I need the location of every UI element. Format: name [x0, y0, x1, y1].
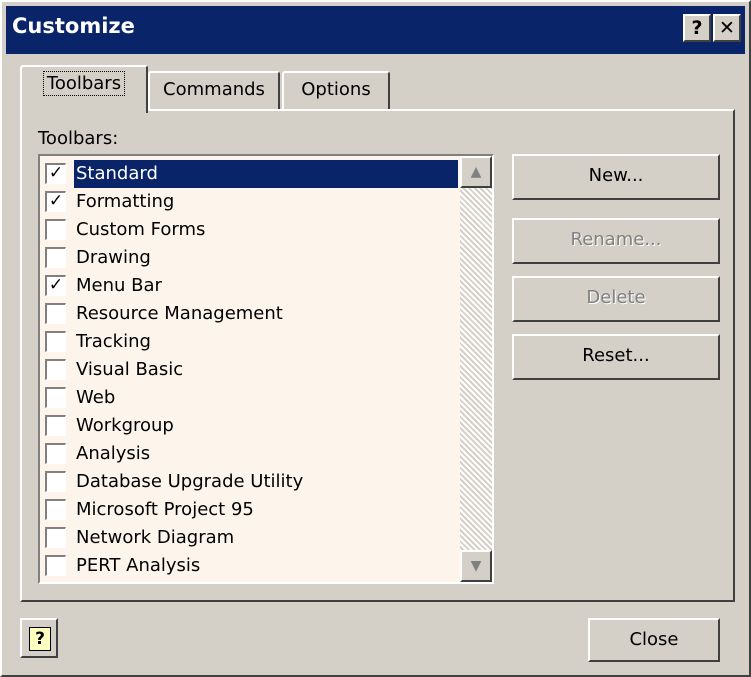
tab-commands[interactable]: Commands: [148, 71, 280, 109]
reset-button-label: Reset...: [582, 345, 650, 366]
list-item-label: Formatting: [76, 191, 175, 212]
list-item[interactable]: PERT Analysis: [44, 552, 458, 580]
checkbox[interactable]: [45, 247, 66, 268]
list-item[interactable]: ✓ Menu Bar: [44, 272, 458, 300]
title-bar[interactable]: Customize ? ✕: [6, 6, 745, 54]
tab-commands-label: Commands: [163, 79, 265, 100]
checkbox-checked[interactable]: ✓: [45, 163, 66, 184]
list-item-label: Resource Management: [76, 303, 283, 324]
triangle-down-icon: ▼: [470, 558, 482, 574]
list-item[interactable]: Drawing: [44, 244, 458, 272]
list-item-label: Database Upgrade Utility: [76, 471, 304, 492]
checkbox[interactable]: [45, 555, 66, 576]
checkbox[interactable]: [45, 499, 66, 520]
scroll-up-button[interactable]: ▲: [460, 156, 492, 188]
list-item[interactable]: Analysis: [44, 440, 458, 468]
checkbox[interactable]: [45, 331, 66, 352]
vertical-scrollbar[interactable]: ▲ ▼: [460, 156, 492, 582]
list-item[interactable]: ✓ Formatting: [44, 188, 458, 216]
delete-button[interactable]: Delete: [512, 276, 720, 322]
list-item-label: Tracking: [76, 331, 151, 352]
list-item[interactable]: Workgroup: [44, 412, 458, 440]
window-title: Customize: [12, 14, 135, 38]
scroll-down-button[interactable]: ▼: [460, 550, 492, 582]
checkbox[interactable]: [45, 387, 66, 408]
rename-button[interactable]: Rename...: [512, 218, 720, 264]
question-mark-icon: ?: [29, 627, 51, 651]
checkbox[interactable]: [45, 359, 66, 380]
toolbars-list-label: Toolbars:: [38, 128, 119, 149]
checkbox[interactable]: [45, 527, 66, 548]
list-item[interactable]: Visual Basic: [44, 356, 458, 384]
delete-button-label: Delete: [586, 287, 646, 308]
close-window-button[interactable]: ✕: [713, 14, 741, 42]
list-item[interactable]: Tracking: [44, 328, 458, 356]
help-button[interactable]: ?: [683, 14, 711, 42]
triangle-up-icon: ▲: [470, 164, 482, 180]
checkbox-checked[interactable]: ✓: [45, 275, 66, 296]
list-item-label: Web: [76, 387, 116, 408]
close-button-label: Close: [629, 629, 679, 650]
new-button[interactable]: New...: [512, 154, 720, 200]
close-x-icon: ✕: [719, 17, 735, 39]
checkbox[interactable]: [45, 303, 66, 324]
checkbox[interactable]: [45, 219, 66, 240]
list-item[interactable]: Web: [44, 384, 458, 412]
checkbox-checked[interactable]: ✓: [45, 191, 66, 212]
tab-toolbars-label: Toolbars: [42, 71, 126, 96]
list-item-label: Microsoft Project 95: [76, 499, 254, 520]
list-item-label: Analysis: [76, 443, 151, 464]
list-item-label: Network Diagram: [76, 527, 235, 548]
list-item[interactable]: Resource Management: [44, 300, 458, 328]
list-item[interactable]: Database Upgrade Utility: [44, 468, 458, 496]
checkbox[interactable]: [45, 415, 66, 436]
list-item[interactable]: Custom Forms: [44, 216, 458, 244]
checkbox[interactable]: [45, 471, 66, 492]
reset-button[interactable]: Reset...: [512, 334, 720, 380]
tab-toolbars[interactable]: Toolbars: [20, 65, 148, 113]
question-mark-icon: ?: [691, 17, 703, 39]
tab-options-label: Options: [301, 79, 371, 100]
new-button-label: New...: [588, 165, 644, 186]
customize-dialog: Customize ? ✕ Toolbars Commands Options …: [0, 0, 751, 677]
list-item-label: Standard: [74, 160, 458, 188]
list-item-label: Custom Forms: [76, 219, 206, 240]
list-item-label: Menu Bar: [76, 275, 162, 296]
list-item[interactable]: ✓ Standard: [44, 160, 458, 188]
rename-button-label: Rename...: [570, 229, 662, 250]
toolbars-list: ✓ Standard ✓ Formatting Custom Forms Drawing ✓…: [44, 160, 458, 580]
list-item-label: Drawing: [76, 247, 151, 268]
tab-options[interactable]: Options: [282, 71, 390, 109]
close-button[interactable]: Close: [588, 618, 720, 662]
list-item-label: Visual Basic: [76, 359, 184, 380]
list-item-label: Workgroup: [76, 415, 174, 436]
list-item[interactable]: Network Diagram: [44, 524, 458, 552]
checkbox[interactable]: [45, 443, 66, 464]
office-assistant-help-button[interactable]: ?: [20, 618, 58, 658]
toolbars-listbox[interactable]: ✓ Standard ✓ Formatting Custom Forms Drawing ✓…: [38, 154, 494, 584]
list-item[interactable]: Microsoft Project 95: [44, 496, 458, 524]
list-item-label: PERT Analysis: [76, 555, 201, 576]
